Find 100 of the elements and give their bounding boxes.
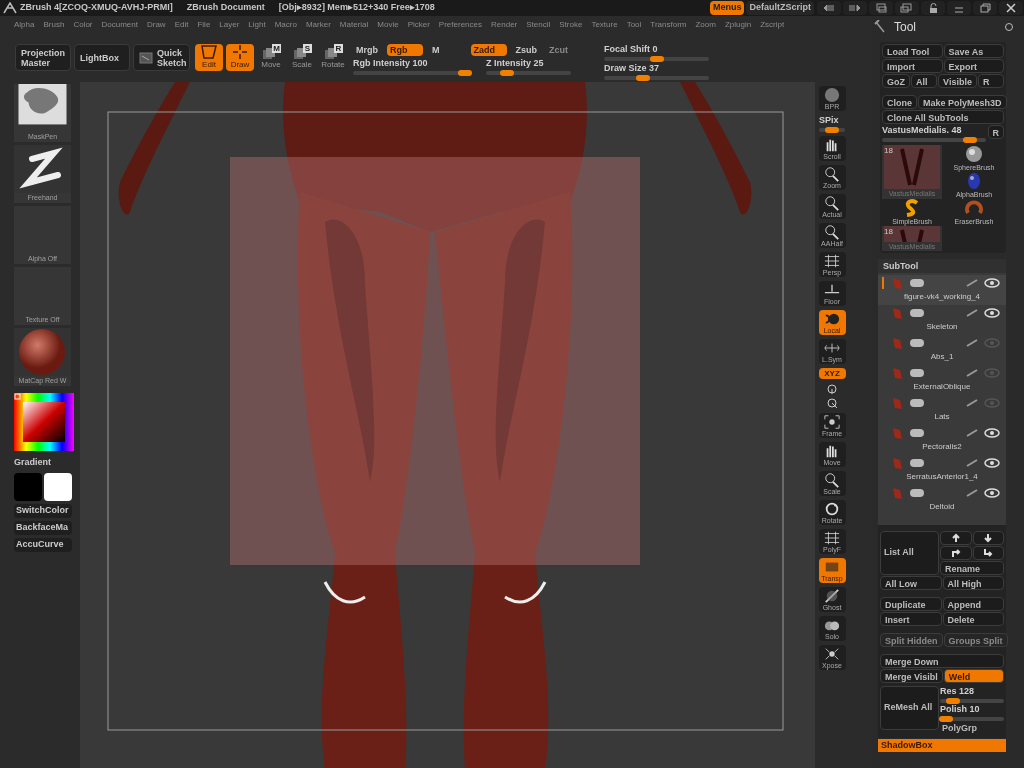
menu-item[interactable]: Zplugin (724, 19, 752, 31)
mode-button[interactable]: R Rotate (319, 44, 347, 71)
subtool-item[interactable]: ExternalOblique (878, 365, 1006, 395)
menu-item[interactable]: Alpha (14, 19, 35, 31)
subtool-item[interactable]: Deltoid (878, 485, 1006, 515)
tool-slider[interactable]: VastusMedialis. 48 (882, 125, 986, 142)
toolbar-button[interactable]: Quick Sketch (133, 44, 190, 71)
menu-item[interactable]: Marker (305, 19, 331, 31)
slider[interactable]: Rgb Intensity 100 (353, 58, 471, 75)
subtool-item[interactable]: Lats (878, 395, 1006, 425)
toggle-button[interactable]: Rgb (387, 44, 423, 56)
title-button[interactable]: Menus (709, 1, 745, 15)
rotate-icon[interactable] (826, 383, 838, 395)
close-icon[interactable] (1004, 2, 1018, 14)
panel-button[interactable]: Rename (940, 561, 1004, 575)
panel-button[interactable]: R (977, 74, 1004, 88)
panel-button[interactable]: GoZ (882, 74, 910, 88)
subtool-item[interactable]: SerratusAnterior1_4 (878, 455, 1006, 485)
mode-button[interactable]: Draw (226, 44, 254, 71)
shelf-button[interactable]: BackfaceMa (14, 520, 72, 535)
menu-item[interactable]: Zscript (760, 19, 785, 31)
scroll-left-icon[interactable] (822, 2, 836, 14)
menu-item[interactable]: Material (339, 19, 369, 31)
color-picker[interactable] (14, 393, 74, 451)
polish-slider[interactable]: Polish 10 (940, 704, 1004, 721)
menu-item[interactable]: Light (248, 19, 266, 31)
menu-item[interactable]: Tool (626, 19, 642, 31)
subtool-item[interactable]: Pectoralis2 (878, 425, 1006, 455)
down-arrow-icon[interactable] (983, 533, 994, 543)
menu-item[interactable]: Layer (219, 19, 240, 31)
title-button[interactable]: DefaultZScript (746, 1, 814, 15)
menu-item[interactable]: Stencil (526, 19, 551, 31)
slider[interactable]: Focal Shift 0 (604, 44, 709, 61)
shelf-button[interactable]: AccuCurve (14, 537, 72, 552)
menu-item[interactable]: Stroke (559, 19, 583, 31)
up-arrow-icon[interactable] (950, 533, 961, 543)
panel-button[interactable]: List All (880, 531, 939, 575)
slider-thumb[interactable] (939, 716, 954, 722)
toolbar-button[interactable]: LightBox (74, 44, 130, 71)
scroll-right-icon[interactable] (848, 2, 862, 14)
window-layout-icon[interactable] (900, 2, 914, 14)
slider-thumb[interactable] (635, 75, 650, 81)
slider-thumb[interactable] (945, 698, 960, 704)
secondary-color-swatch[interactable] (44, 472, 72, 501)
mode-button[interactable]: Edit (195, 44, 223, 71)
menu-item[interactable]: Picker (407, 19, 430, 31)
menu-item[interactable]: Edit (174, 19, 189, 31)
slider-thumb[interactable] (649, 56, 664, 62)
panel-button[interactable]: R (987, 125, 1004, 139)
panel-button[interactable]: Delete (942, 612, 1004, 626)
mode-button[interactable]: M Move (257, 44, 285, 71)
window-layout-icon[interactable] (874, 2, 888, 14)
panel-button[interactable]: All (911, 74, 938, 88)
panel-button[interactable]: Clone All SubTools (882, 110, 1004, 124)
panel-button[interactable]: Export (943, 59, 1004, 73)
toggle-button[interactable]: M (429, 44, 443, 56)
panel-button[interactable]: Insert (880, 612, 942, 626)
turn-arrow-icon[interactable] (950, 548, 961, 558)
turn-arrow-icon[interactable] (983, 548, 994, 558)
panel-button[interactable]: Visible (938, 74, 977, 88)
menu-item[interactable]: Macro (274, 19, 297, 31)
menu-item[interactable]: File (197, 19, 211, 31)
res-slider[interactable]: Res 128 (940, 686, 1004, 703)
slider-thumb[interactable] (458, 70, 473, 76)
menu-item[interactable]: Document (101, 19, 138, 31)
restore-icon[interactable] (978, 2, 992, 14)
panel-button[interactable]: Append (942, 597, 1004, 611)
panel-button[interactable]: All Low (880, 576, 942, 590)
toggle-button[interactable]: Mrgb (353, 44, 381, 56)
menu-item[interactable]: Draw (146, 19, 166, 31)
shelf-button[interactable]: XYZ (818, 368, 846, 379)
slider-thumb[interactable] (962, 137, 977, 143)
menu-item[interactable]: Texture (591, 19, 618, 31)
toggle-button[interactable]: Zadd (470, 44, 507, 56)
panel-button[interactable]: Make PolyMesh3D (918, 95, 1007, 109)
menu-item[interactable]: Transform (650, 19, 687, 31)
rotate-icon[interactable] (826, 397, 838, 409)
section-header[interactable]: ShadowBox (878, 738, 1006, 752)
weld-toggle[interactable]: Weld (943, 669, 1004, 683)
polygrp-label[interactable]: PolyGrp (940, 722, 1004, 736)
panel-button[interactable]: Merge Visibl (880, 669, 943, 683)
menu-item[interactable]: Color (73, 19, 93, 31)
mode-button[interactable]: S Scale (288, 44, 316, 71)
subtool-item[interactable]: figure-vk4_working_4 (878, 275, 1006, 305)
menu-item[interactable]: Zoom (695, 19, 716, 31)
toolbar-button[interactable]: Projection Master (15, 44, 71, 71)
panel-button[interactable]: ReMesh All (880, 686, 939, 730)
slider[interactable]: Draw Size 37 (604, 63, 709, 80)
menu-item[interactable]: Render (491, 19, 518, 31)
panel-button[interactable]: Duplicate (880, 597, 942, 611)
shelf-button[interactable]: SwitchColor (14, 503, 72, 518)
spix-slider[interactable]: SPix (819, 115, 845, 132)
section-header[interactable]: SubTool (878, 259, 1006, 273)
slider[interactable]: Z Intensity 25 (486, 58, 571, 75)
toggle-button[interactable]: Zsub (512, 44, 540, 56)
slider-thumb[interactable] (500, 70, 515, 76)
panel-button[interactable]: Load Tool (882, 44, 943, 58)
panel-button[interactable]: Import (882, 59, 943, 73)
panel-button[interactable]: Clone (882, 95, 917, 109)
menu-item[interactable]: Preferences (438, 19, 482, 31)
